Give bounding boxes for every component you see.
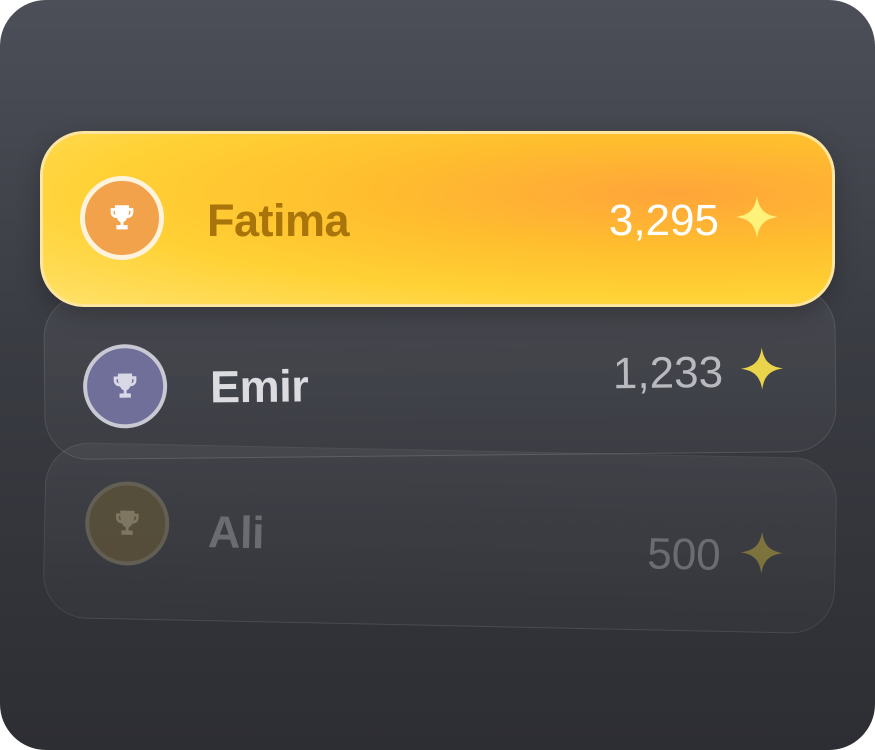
sparkle-star-icon — [740, 531, 783, 574]
sparkle-star-icon — [735, 195, 779, 239]
player-score: 3,295 — [608, 196, 719, 245]
leaderboard-row-rank-3[interactable]: Ali 500 — [42, 441, 838, 635]
rank-3-badge — [84, 480, 171, 567]
sparkle-star-icon — [740, 347, 784, 390]
player-name: Fatima — [207, 195, 350, 246]
trophy-icon — [110, 205, 134, 230]
rank-1-badge — [80, 176, 164, 260]
leaderboard-row-rank-2[interactable]: Emir 1,233 — [43, 285, 837, 461]
rank-2-badge — [82, 343, 168, 429]
trophy-icon — [116, 510, 139, 535]
player-score: 1,233 — [612, 348, 724, 399]
leaderboard-card: Ali 500 Emir 1,233 Fatima 3,295 — [0, 0, 875, 750]
player-score: 500 — [646, 529, 722, 580]
player-name: Emir — [209, 360, 309, 413]
player-name: Ali — [207, 506, 265, 559]
leaderboard-row-rank-1[interactable]: Fatima 3,295 — [40, 131, 835, 307]
trophy-icon — [113, 373, 137, 398]
